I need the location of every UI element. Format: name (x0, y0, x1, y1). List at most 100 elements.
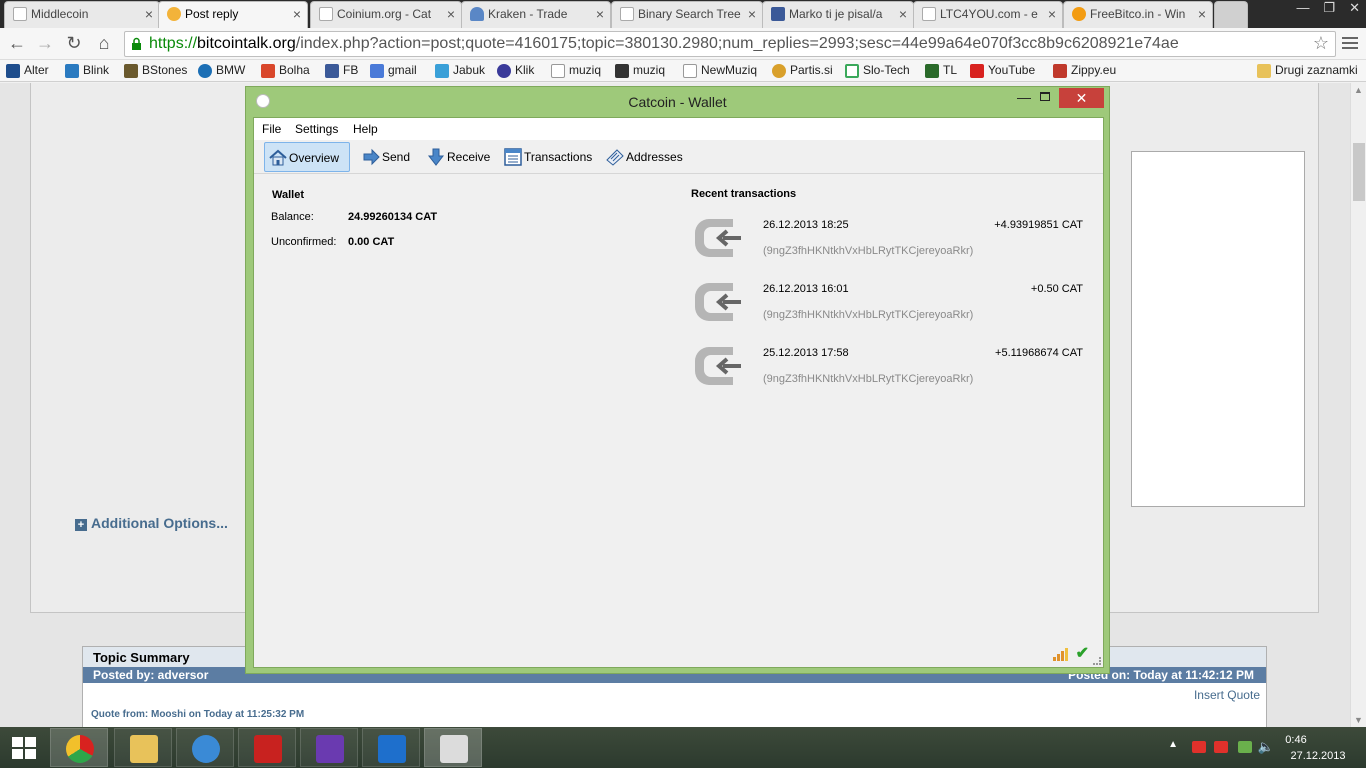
close-icon[interactable]: ✕ (1059, 88, 1104, 108)
bookmark-item[interactable]: BMW (196, 63, 245, 78)
bookmark-item[interactable]: NewMuziq (681, 63, 757, 78)
window-controls: — ❐ ✕ (1296, 0, 1360, 22)
bookmark-label: Zippy.eu (1071, 63, 1117, 77)
posted-by: Posted by: adversor (93, 668, 209, 682)
mail-icon[interactable] (1214, 741, 1228, 753)
close-icon[interactable]: × (1198, 2, 1206, 26)
bookmark-item[interactable]: TL (923, 63, 957, 78)
maximize-icon[interactable] (1040, 92, 1050, 101)
incoming-transaction-icon (695, 347, 741, 385)
bookmark-item[interactable]: muziq (613, 63, 665, 78)
tab-ltc4you[interactable]: LTC4YOU.com - e × (913, 1, 1063, 28)
page-scrollbar[interactable]: ▲ ▼ (1350, 83, 1366, 727)
restore-icon[interactable]: ❐ (1323, 0, 1335, 22)
page-icon (620, 7, 634, 21)
balance-label: Balance: (271, 211, 314, 223)
bookmark-item[interactable]: muziq (549, 63, 602, 78)
back-icon[interactable]: ← (6, 32, 28, 54)
clock-date[interactable]: 27.12.2013 (1283, 750, 1353, 762)
close-icon[interactable]: × (447, 2, 455, 26)
close-icon[interactable]: × (145, 2, 153, 26)
taskbar-chrome[interactable] (50, 728, 108, 767)
utorrent-icon[interactable] (1238, 741, 1252, 753)
bookmark-label: YouTube (988, 63, 1036, 77)
message-textarea[interactable] (1131, 151, 1305, 507)
close-icon[interactable]: × (293, 2, 301, 26)
resize-grip-icon[interactable] (1093, 657, 1101, 665)
bookmark-favicon (435, 64, 449, 78)
minimize-icon[interactable]: — (1014, 89, 1034, 109)
tab-binary-search-tree[interactable]: Binary Search Tree × (611, 1, 763, 28)
bookmark-label: FB (343, 63, 359, 77)
reload-icon[interactable]: ↻ (63, 32, 85, 54)
taskbar-acrobat[interactable] (238, 728, 296, 767)
tray-expand-icon[interactable]: ▲ (1168, 739, 1178, 750)
address-bar[interactable]: https://bitcointalk.org/index.php?action… (124, 31, 1336, 57)
close-icon[interactable]: ✕ (1349, 0, 1360, 22)
tab-transactions[interactable]: Transactions (500, 142, 592, 172)
bookmark-favicon (772, 64, 786, 78)
additional-options-link[interactable]: + Additional Options... (75, 515, 228, 531)
unconfirmed-value: 0.00 CAT (348, 236, 395, 248)
close-icon[interactable]: × (748, 2, 756, 26)
bookmark-item[interactable]: Bolha (259, 63, 310, 78)
close-icon[interactable]: × (1048, 2, 1056, 26)
bookmark-item[interactable]: Klik (495, 63, 535, 78)
bookmark-item[interactable]: Slo-Tech (843, 63, 910, 78)
close-icon[interactable]: × (596, 2, 604, 26)
home-icon[interactable]: ⌂ (93, 32, 115, 54)
transaction-address: (9ngZ3fhHKNtkhVxHbLRytTKCjereyoaRkr) (763, 309, 974, 321)
bookmark-item[interactable]: Jabuk (433, 63, 486, 78)
bookmark-item[interactable]: Blink (63, 63, 109, 78)
forward-icon[interactable]: → (34, 32, 56, 54)
tab-addresses[interactable]: Addresses (602, 142, 683, 172)
transaction-date: 26.12.2013 16:01 (763, 283, 849, 295)
page-icon (319, 7, 333, 21)
new-tab-button[interactable] (1214, 1, 1248, 28)
tab-facebook[interactable]: Marko ti je pisal/a × (762, 1, 914, 28)
taskbar-file-explorer[interactable] (114, 728, 172, 767)
tab-post-reply[interactable]: Post reply × (158, 1, 308, 28)
bookmark-label: Klik (515, 63, 535, 77)
tray-app-icon[interactable] (1192, 741, 1206, 753)
taskbar-teamviewer[interactable] (362, 728, 420, 767)
bookmark-star-icon[interactable]: ☆ (1313, 33, 1329, 54)
taskbar-visual-studio[interactable] (300, 728, 358, 767)
scroll-down-icon[interactable]: ▼ (1354, 715, 1363, 725)
scroll-up-icon[interactable]: ▲ (1354, 85, 1363, 95)
tab-freebitcoin[interactable]: FreeBitco.in - Win × (1063, 1, 1213, 28)
taskbar-catcoin-wallet[interactable] (424, 728, 482, 767)
tab-middlecoin[interactable]: Middlecoin × (4, 1, 160, 28)
windows-start-icon[interactable] (12, 737, 36, 759)
minimize-icon[interactable]: — (1296, 0, 1309, 22)
tab-kraken[interactable]: Kraken - Trade × (461, 1, 611, 28)
browser-tab-strip: Middlecoin × Post reply × Coinium.org - … (0, 0, 1366, 28)
bookmark-item[interactable]: Zippy.eu (1051, 63, 1117, 78)
insert-quote-link[interactable]: Insert Quote (1194, 688, 1260, 702)
bookmark-label: Jabuk (453, 63, 486, 77)
tab-receive[interactable]: Receive (423, 142, 490, 172)
close-icon[interactable]: × (899, 2, 907, 26)
bookmark-item[interactable]: BStones (122, 63, 187, 78)
tab-overview[interactable]: Overview (264, 142, 350, 172)
clock-time[interactable]: 0:46 (1266, 734, 1326, 746)
tab-send[interactable]: Send (358, 142, 410, 172)
bookmark-item[interactable]: Alter (4, 63, 49, 78)
menu-settings[interactable]: Settings (295, 122, 338, 136)
chrome-menu-icon[interactable] (1342, 34, 1358, 52)
menu-help[interactable]: Help (353, 122, 378, 136)
menu-file[interactable]: File (262, 122, 281, 136)
incoming-transaction-icon (695, 283, 741, 321)
other-bookmarks[interactable]: Drugi zaznamki (1255, 63, 1358, 78)
bookmark-favicon (124, 64, 138, 78)
bookmark-item[interactable]: Partis.si (770, 63, 833, 78)
bookmark-label: muziq (569, 63, 602, 77)
bookmark-item[interactable]: gmail (368, 63, 417, 78)
taskbar-bluestacks[interactable] (176, 728, 234, 767)
bookmark-item[interactable]: YouTube (968, 63, 1036, 78)
wallet-titlebar[interactable]: Catcoin - Wallet — ✕ (246, 87, 1109, 117)
scrollbar-thumb[interactable] (1353, 143, 1365, 201)
tab-coinium[interactable]: Coinium.org - Cat × (310, 1, 462, 28)
bookmark-item[interactable]: FB (323, 63, 359, 78)
facebook-icon (771, 7, 785, 21)
